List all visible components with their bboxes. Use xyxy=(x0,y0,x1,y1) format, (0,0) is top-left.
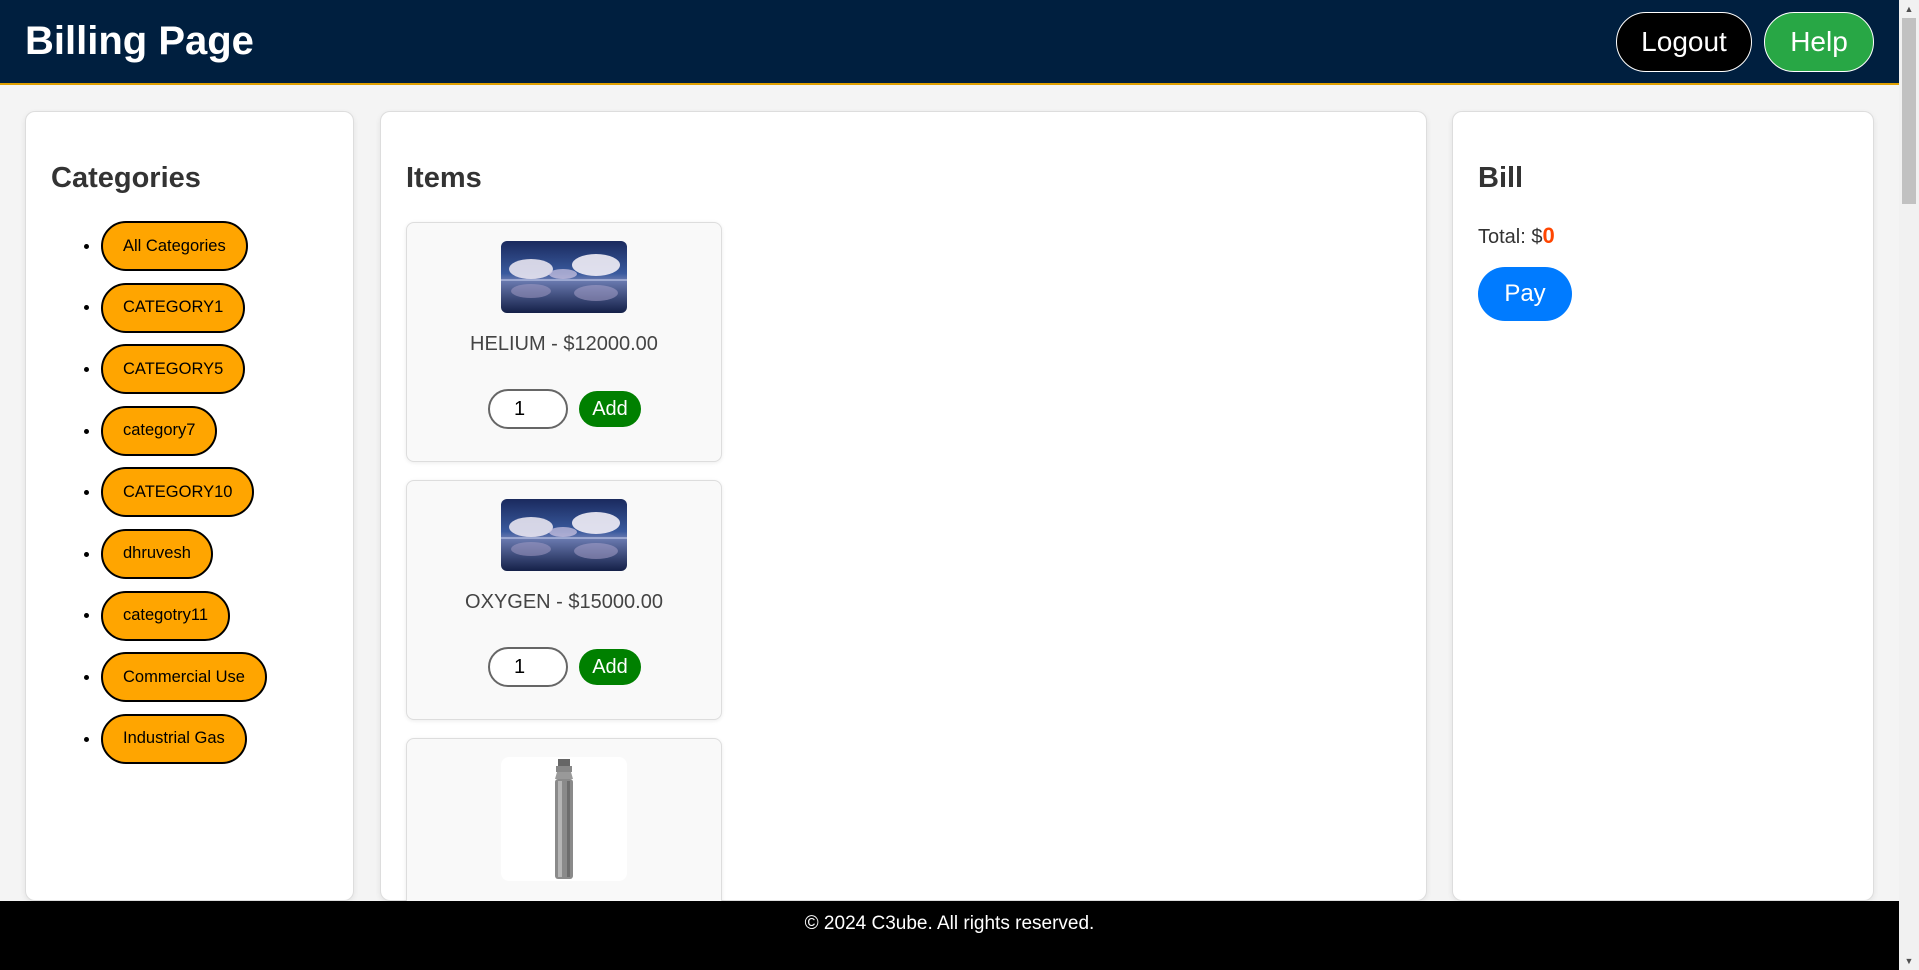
quantity-input[interactable] xyxy=(488,647,568,687)
category-button-category10[interactable]: CATEGORY10 xyxy=(101,467,255,518)
total-value: 0 xyxy=(1542,223,1555,248)
items-heading: Items xyxy=(406,162,482,194)
categories-heading: Categories xyxy=(51,162,201,194)
bill-total: Total: $0 xyxy=(1478,223,1848,249)
category-button-all[interactable]: All Categories xyxy=(101,221,248,271)
category-list: All Categories CATEGORY1 CATEGORY5 categ… xyxy=(51,221,328,775)
item-name: OXYGEN - $15000.00 xyxy=(465,591,663,613)
list-item: CATEGORY5 xyxy=(101,344,328,406)
logout-button[interactable]: Logout xyxy=(1616,11,1752,72)
category-button-industrial-gas[interactable]: Industrial Gas xyxy=(101,713,247,764)
total-label: Total: $ xyxy=(1478,226,1543,248)
quantity-input[interactable] xyxy=(488,389,568,429)
category-button-category5[interactable]: CATEGORY5 xyxy=(101,344,246,395)
copyright-text: © 2024 C3ube. All rights reserved. xyxy=(804,913,1095,934)
item-card-helium: HELIUM - $12000.00 Add xyxy=(406,222,722,462)
category-button-category7[interactable]: category7 xyxy=(101,405,218,456)
list-item: categotry11 xyxy=(101,590,328,653)
help-button[interactable]: Help xyxy=(1764,11,1874,72)
items-panel: Items HELIUM - $12000.00 1 Add OXYGEN - … xyxy=(380,111,1427,938)
page-title: Billing Page xyxy=(25,19,254,63)
list-item: CATEGORY10 xyxy=(101,467,328,529)
header-actions: Logout Help xyxy=(1616,11,1874,72)
scroll-down-icon[interactable]: ▼ xyxy=(1899,952,1919,970)
categories-panel: Categories All Categories CATEGORY1 CATE… xyxy=(25,111,354,901)
bill-heading: Bill xyxy=(1478,162,1524,194)
item-name: HELIUM - $12000.00 xyxy=(470,333,658,355)
scrollbar-thumb[interactable] xyxy=(1902,18,1916,204)
list-item: Commercial Use xyxy=(101,652,328,714)
list-item: dhruvesh xyxy=(101,528,328,591)
list-item: CATEGORY1 xyxy=(101,282,328,345)
category-button-commercial-use[interactable]: Commercial Use xyxy=(101,652,267,703)
pay-button[interactable]: Pay xyxy=(1478,267,1572,321)
category-button-category1[interactable]: CATEGORY1 xyxy=(101,282,246,333)
sky-clouds-image xyxy=(501,499,627,571)
add-button[interactable]: Add xyxy=(579,649,641,685)
list-item: category7 xyxy=(101,405,328,468)
gas-cylinder-image xyxy=(501,757,627,881)
page-footer: © 2024 C3ube. All rights reserved. xyxy=(0,901,1899,970)
item-card-oxygen: OXYGEN - $15000.00 Add xyxy=(406,480,722,720)
sky-clouds-image xyxy=(501,241,627,313)
vertical-scrollbar[interactable]: ▲ ▼ xyxy=(1899,0,1919,970)
list-item: All Categories xyxy=(101,221,328,283)
scroll-up-icon[interactable]: ▲ xyxy=(1899,0,1919,18)
top-header: Billing Page Logout Help xyxy=(0,0,1899,85)
list-item: Industrial Gas xyxy=(101,713,328,776)
bill-panel: Bill Total: $0 Pay xyxy=(1452,111,1874,901)
add-button[interactable]: Add xyxy=(579,391,641,427)
category-button-categotry11[interactable]: categotry11 xyxy=(101,590,230,641)
category-button-dhruvesh[interactable]: dhruvesh xyxy=(101,528,213,579)
